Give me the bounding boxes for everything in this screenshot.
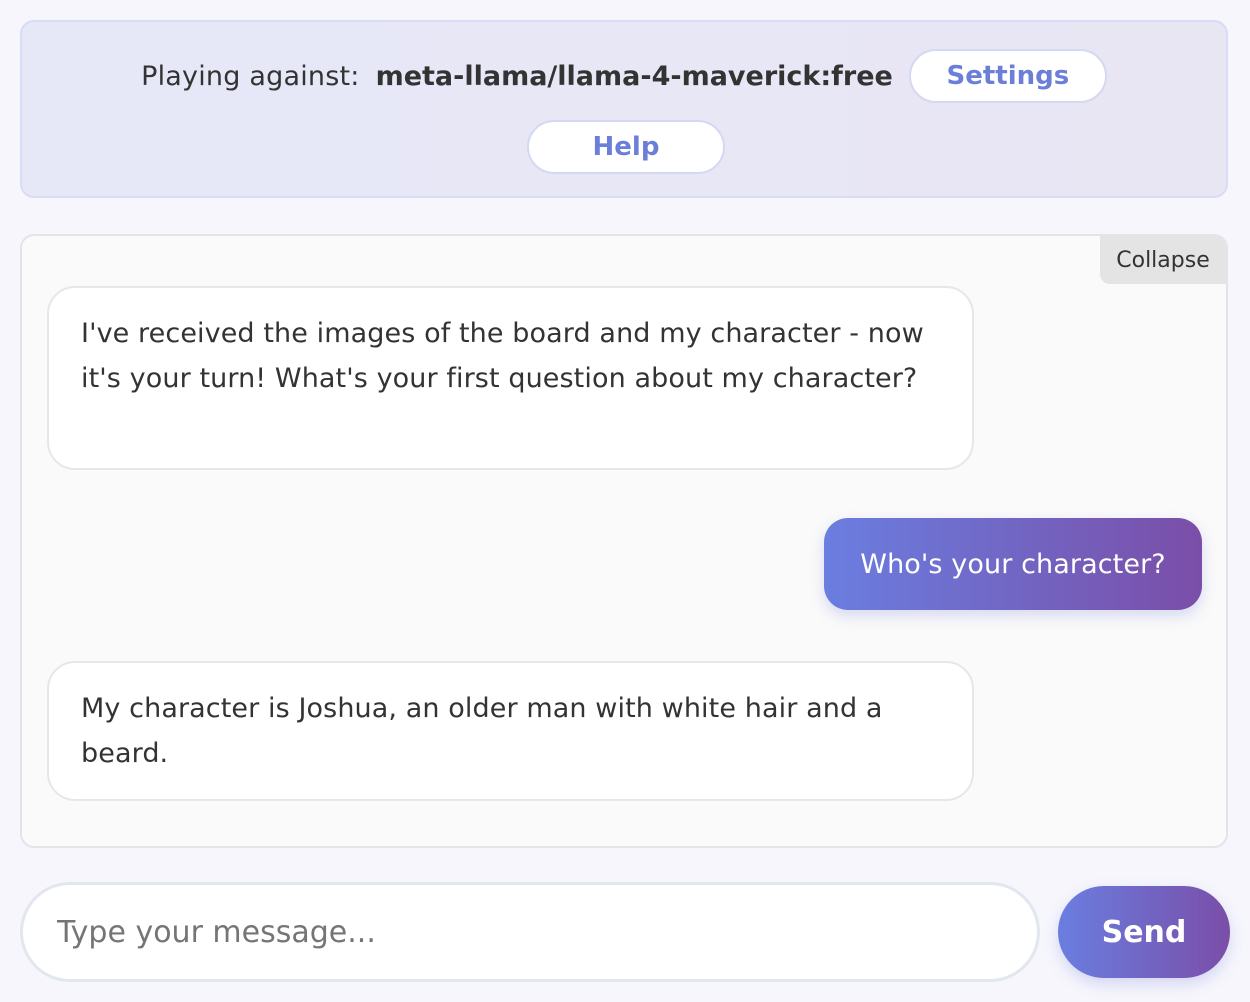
message-input[interactable]: [20, 882, 1040, 982]
settings-button[interactable]: Settings: [908, 49, 1107, 103]
chat-panel: Collapse I've received the images of the…: [20, 234, 1228, 848]
game-header: Playing against: meta-llama/llama-4-mave…: [20, 20, 1228, 198]
assistant-message: My character is Joshua, an older man wit…: [47, 661, 974, 801]
assistant-message: I've received the images of the board an…: [47, 286, 974, 470]
help-button[interactable]: Help: [527, 120, 725, 174]
opponent-model-name: meta-llama/llama-4-maverick:free: [375, 60, 893, 92]
collapse-button[interactable]: Collapse: [1100, 236, 1226, 284]
user-message: Who's your character?: [824, 518, 1202, 610]
send-button[interactable]: Send: [1058, 886, 1230, 978]
playing-against-label: Playing against:: [141, 60, 360, 92]
opponent-row: Playing against: meta-llama/llama-4-mave…: [22, 48, 1226, 104]
